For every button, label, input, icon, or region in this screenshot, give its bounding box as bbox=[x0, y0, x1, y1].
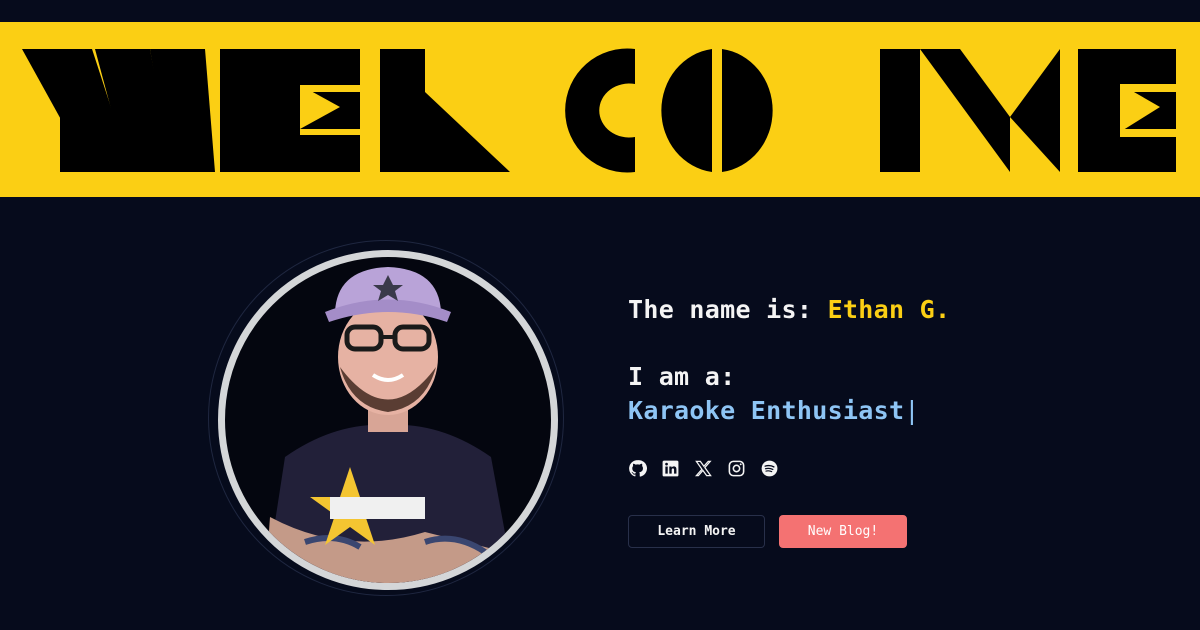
welcome-banner: WELCOME bbox=[0, 22, 1200, 197]
name-line: The name is: Ethan G. bbox=[628, 293, 950, 327]
role-line: Karaoke Enthusiast| bbox=[628, 394, 950, 428]
role-value: Karaoke Enthusiast bbox=[628, 396, 905, 425]
typing-caret: | bbox=[904, 396, 920, 425]
name-value: Ethan G. bbox=[827, 295, 951, 324]
role-label: I am a: bbox=[628, 362, 736, 391]
github-icon[interactable] bbox=[628, 459, 647, 478]
learn-more-button[interactable]: Learn More bbox=[628, 515, 765, 548]
intro: The name is: Ethan G. I am a: Karaoke En… bbox=[628, 293, 950, 428]
new-blog-button[interactable]: New Blog! bbox=[779, 515, 907, 548]
x-icon[interactable] bbox=[694, 459, 713, 478]
instagram-icon[interactable] bbox=[727, 459, 746, 478]
social-links bbox=[628, 459, 779, 478]
welcome-wordmark bbox=[22, 48, 1176, 173]
spotify-icon[interactable] bbox=[760, 459, 779, 478]
name-label: The name is: bbox=[628, 295, 813, 324]
avatar-portrait bbox=[265, 267, 525, 583]
linkedin-icon[interactable] bbox=[661, 459, 680, 478]
avatar bbox=[218, 250, 558, 590]
